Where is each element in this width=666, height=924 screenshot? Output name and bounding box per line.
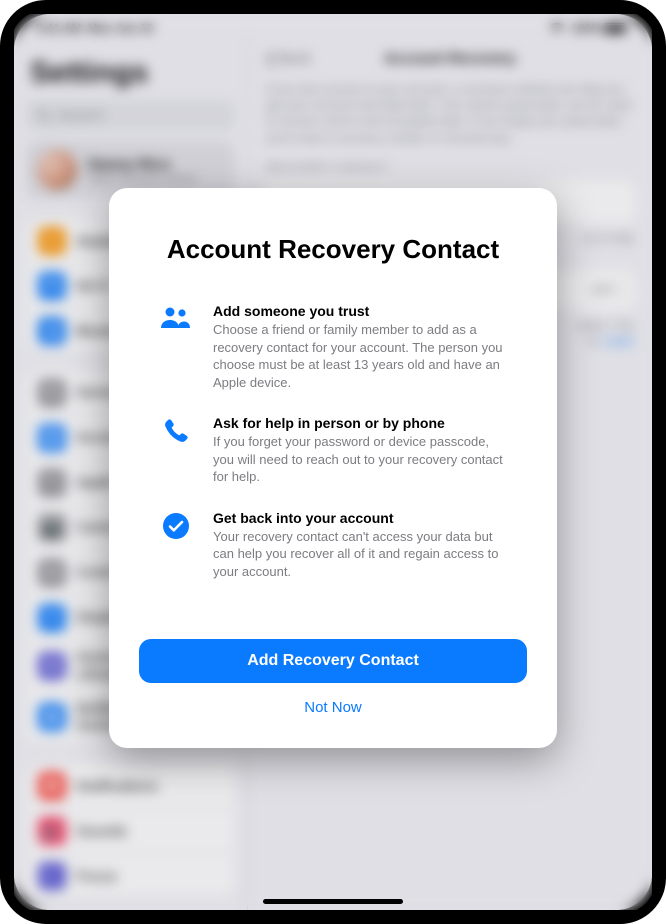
feature-trust: Add someone you trust Choose a friend or… bbox=[139, 293, 527, 405]
recovery-contact-sheet: Account Recovery Contact Add someone you… bbox=[109, 188, 557, 748]
feature-trust-desc: Choose a friend or family member to add … bbox=[213, 321, 509, 391]
add-recovery-contact-button[interactable]: Add Recovery Contact bbox=[139, 639, 527, 683]
sheet-title: Account Recovery Contact bbox=[139, 234, 527, 265]
device-frame: 9:41 AM Mon Jun 10 100% Settings bbox=[0, 0, 666, 924]
feature-check-title: Get back into your account bbox=[213, 510, 509, 526]
feature-check-desc: Your recovery contact can't access your … bbox=[213, 528, 509, 581]
checkmark-circle-icon bbox=[157, 510, 195, 581]
people-icon bbox=[157, 303, 195, 391]
home-indicator[interactable] bbox=[263, 899, 403, 904]
feature-trust-title: Add someone you trust bbox=[213, 303, 509, 319]
feature-phone: Ask for help in person or by phone If yo… bbox=[139, 405, 527, 500]
feature-check: Get back into your account Your recovery… bbox=[139, 500, 527, 595]
feature-phone-desc: If you forget your password or device pa… bbox=[213, 433, 509, 486]
phone-icon bbox=[157, 415, 195, 486]
not-now-button[interactable]: Not Now bbox=[139, 689, 527, 726]
screen: 9:41 AM Mon Jun 10 100% Settings bbox=[14, 14, 652, 910]
feature-phone-title: Ask for help in person or by phone bbox=[213, 415, 509, 431]
